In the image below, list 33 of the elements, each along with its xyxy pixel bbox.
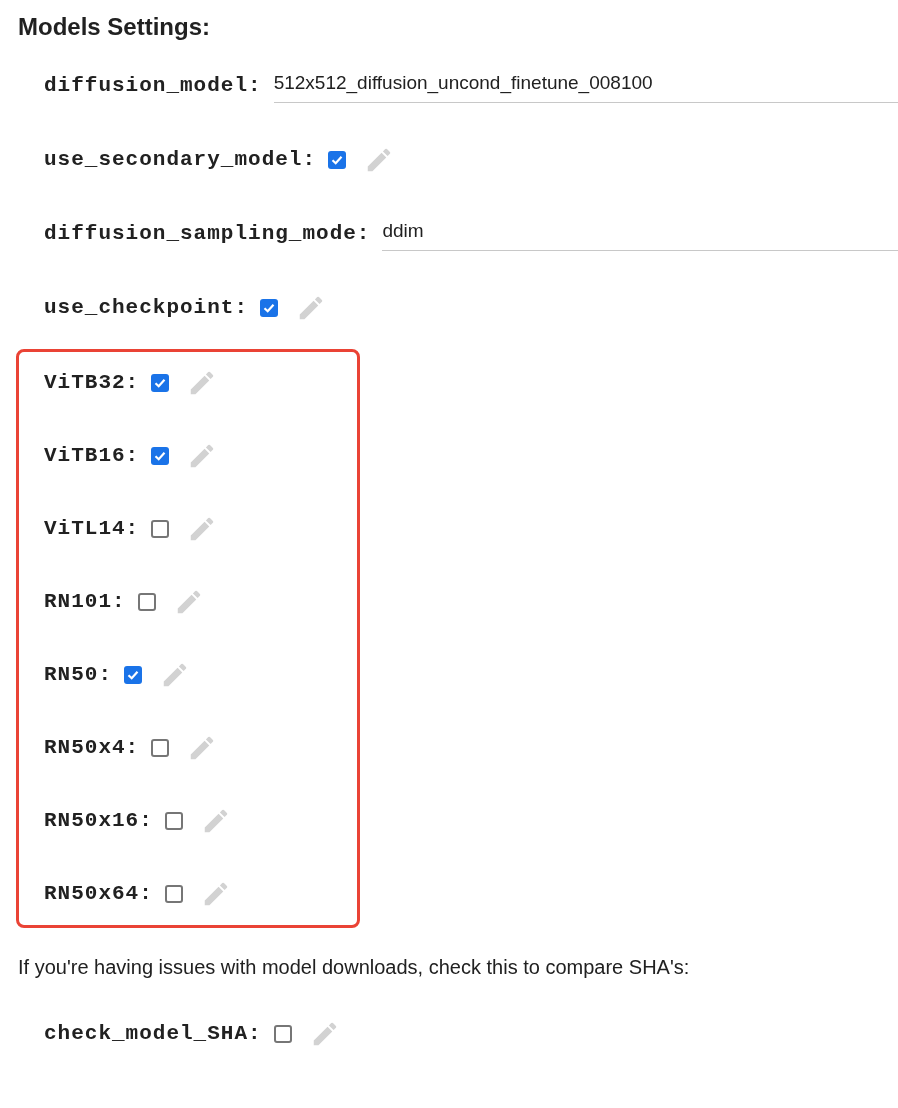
field-label: RN50x16: [44, 808, 153, 835]
field-label: ViTL14: [44, 516, 140, 543]
field-label: RN50x64: [44, 881, 153, 908]
field-label: use_checkpoint: [44, 295, 249, 322]
field-label: RN50: [44, 662, 112, 689]
section-heading: Models Settings: [18, 12, 211, 42]
checkmark-icon [153, 449, 168, 463]
checkmark-icon [126, 668, 140, 682]
checkmark-icon [153, 376, 168, 390]
checkbox[interactable] [273, 1025, 292, 1043]
field-label: RN50x4: [44, 735, 140, 762]
checkbox[interactable] [260, 299, 279, 317]
text-field[interactable]: ddim [382, 217, 898, 251]
checkbox[interactable] [151, 374, 170, 392]
checkbox[interactable] [137, 593, 156, 611]
checkbox[interactable] [328, 151, 347, 169]
text-field[interactable]: 512x512_diffusion_uncond_finetune_008100 [273, 69, 898, 103]
checkbox[interactable] [164, 812, 183, 830]
field-label: diffusion_sampling_mode: [44, 221, 371, 248]
field-label: diffusion_model: [44, 73, 262, 100]
checkbox[interactable] [164, 885, 183, 903]
checkbox[interactable] [124, 666, 142, 684]
field-label: ViTB16: [44, 443, 140, 470]
field-label: RN101: [44, 589, 126, 616]
checkbox[interactable] [151, 447, 170, 465]
checkbox[interactable] [151, 520, 170, 538]
field-label: ViTB32: [44, 370, 140, 397]
checkbox[interactable] [151, 739, 170, 757]
note-text: If you're having issues with model downloads, check this to compare SHA's: [17, 955, 691, 979]
checkmark-icon [262, 301, 277, 315]
checkmark-icon [330, 153, 345, 167]
field-label: check_model_SHA: [44, 1021, 262, 1048]
field-label: use_secondary_model: [44, 147, 317, 174]
